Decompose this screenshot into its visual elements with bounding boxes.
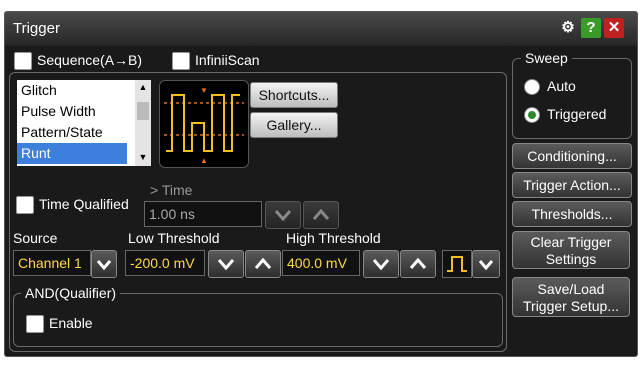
- gear-icon[interactable]: ⚙: [558, 18, 578, 38]
- time-input[interactable]: 1.00 ns: [144, 201, 262, 227]
- auto-radio[interactable]: [524, 79, 540, 95]
- save-load-trigger-setup-button[interactable]: Save/Load Trigger Setup...: [512, 277, 630, 317]
- conditioning-button[interactable]: Conditioning...: [512, 143, 632, 169]
- triggered-label: Triggered: [547, 106, 607, 122]
- time-caption: > Time: [150, 182, 193, 198]
- enable-label: Enable: [49, 315, 93, 331]
- help-icon[interactable]: ?: [581, 18, 601, 38]
- list-item-pattern-state[interactable]: Pattern/State: [17, 122, 127, 143]
- sequence-checkbox[interactable]: [14, 52, 32, 70]
- high-threshold-up-button[interactable]: [400, 250, 436, 278]
- scroll-down-icon[interactable]: ▼: [137, 152, 149, 162]
- title-bar: Trigger ⚙ ? ✕: [5, 12, 637, 46]
- source-label: Source: [13, 230, 58, 246]
- high-threshold-label: High Threshold: [286, 230, 381, 246]
- close-icon[interactable]: ✕: [604, 18, 624, 38]
- time-qualified-checkbox[interactable]: [16, 196, 34, 214]
- sweep-group: [512, 58, 632, 139]
- save-load-line1: Save/Load: [537, 281, 605, 297]
- trigger-dialog: Trigger ⚙ ? ✕ Sequence(A→B) InfiniiScan …: [4, 11, 638, 357]
- gallery-button[interactable]: Gallery...: [250, 112, 338, 138]
- time-up-button[interactable]: [303, 201, 339, 229]
- triggered-radio[interactable]: [524, 107, 540, 123]
- trigger-type-list[interactable]: Glitch Pulse Width Pattern/State Runt ▲ …: [17, 80, 151, 166]
- time-down-button[interactable]: [265, 201, 301, 229]
- polarity-dropdown-button[interactable]: [472, 250, 500, 278]
- low-threshold-label: Low Threshold: [128, 230, 220, 246]
- list-scrollbar[interactable]: ▲ ▼: [135, 80, 151, 166]
- polarity-select[interactable]: [442, 250, 472, 278]
- trigger-action-button[interactable]: Trigger Action...: [512, 172, 632, 198]
- sequence-label: Sequence(A→B): [37, 52, 143, 68]
- source-dropdown-button[interactable]: [91, 250, 117, 278]
- source-select[interactable]: Channel 1: [13, 250, 91, 276]
- qualifier-title: AND(Qualifier): [21, 285, 121, 301]
- time-qualified-label: Time Qualified: [39, 196, 129, 212]
- svg-text:▼: ▼: [200, 86, 208, 95]
- svg-text:▲: ▲: [200, 156, 208, 165]
- scroll-thumb[interactable]: [137, 102, 149, 120]
- auto-label: Auto: [547, 78, 576, 94]
- radio-selected-dot: [528, 111, 536, 119]
- window-title: Trigger: [13, 20, 60, 37]
- clear-trigger-line1: Clear Trigger: [530, 234, 612, 250]
- infiniiscan-label: InfiniiScan: [195, 52, 260, 68]
- high-threshold-down-button[interactable]: [363, 250, 399, 278]
- shortcuts-button[interactable]: Shortcuts...: [250, 82, 338, 108]
- save-load-line2: Trigger Setup...: [523, 298, 619, 314]
- sweep-title: Sweep: [521, 50, 572, 66]
- list-item-pulse-width[interactable]: Pulse Width: [17, 101, 127, 122]
- scroll-up-icon[interactable]: ▲: [137, 82, 149, 92]
- list-item-glitch[interactable]: Glitch: [17, 80, 127, 101]
- enable-checkbox[interactable]: [26, 315, 44, 333]
- clear-trigger-settings-button[interactable]: Clear Trigger Settings: [512, 231, 630, 269]
- infiniiscan-checkbox[interactable]: [172, 52, 190, 70]
- runt-waveform-preview-icon: ▼ ▲: [159, 80, 249, 168]
- clear-trigger-line2: Settings: [545, 251, 597, 267]
- list-item-runt[interactable]: Runt: [17, 143, 127, 164]
- low-threshold-up-button[interactable]: [245, 250, 281, 278]
- thresholds-button[interactable]: Thresholds...: [512, 201, 632, 227]
- low-threshold-down-button[interactable]: [208, 250, 244, 278]
- high-threshold-input[interactable]: 400.0 mV: [282, 250, 360, 276]
- low-threshold-input[interactable]: -200.0 mV: [125, 250, 205, 276]
